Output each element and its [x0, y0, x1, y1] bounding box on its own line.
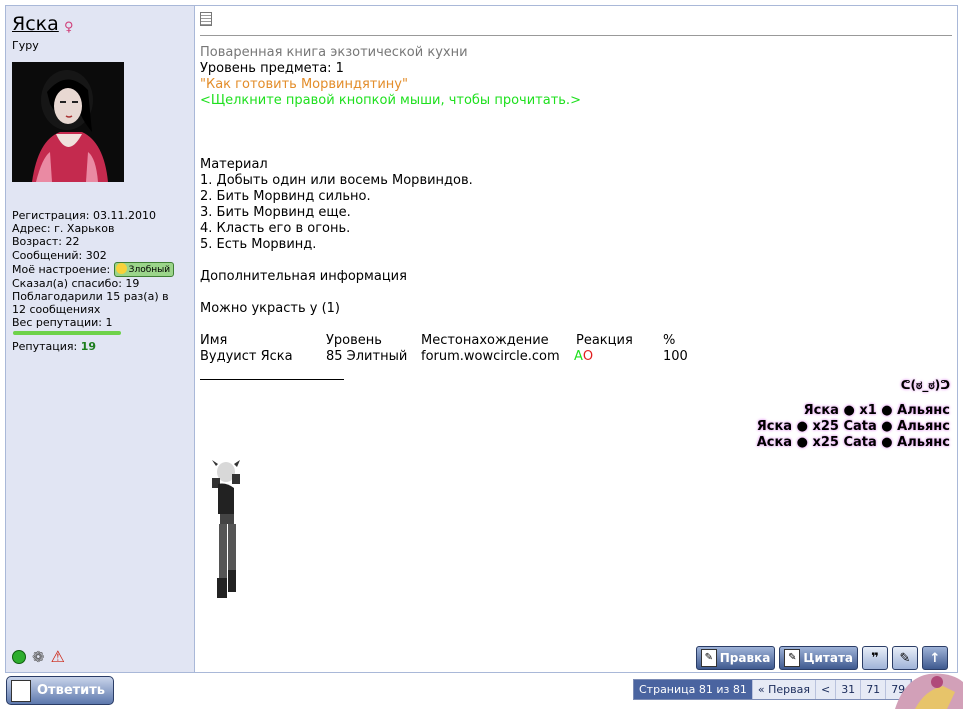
mood-row: Моё настроение: Злобный: [12, 261, 190, 277]
reply-icon: [11, 679, 31, 702]
step-item: 3. Бить Морвинд еще.: [200, 205, 351, 220]
quote-icon: ✎: [784, 649, 801, 667]
table-header-location: Местонахождение: [421, 333, 549, 348]
table-cell-level: 85 Элитный: [326, 349, 408, 364]
quote-button[interactable]: ✎ Цитата: [779, 646, 858, 670]
material-title: Материал: [200, 157, 268, 172]
thanks-received-line1: Поблагодарили 15 раз(а) в: [12, 290, 169, 304]
reputation-row: Репутация: 19: [12, 340, 190, 353]
registration-date: Регистрация: 03.11.2010: [12, 209, 156, 222]
step-item: 4. Класть его в огонь.: [200, 221, 351, 236]
post-document-icon: [200, 12, 212, 26]
corner-character-art: [895, 673, 963, 709]
signature-line: Яска ● x1 ● Альянс: [803, 403, 950, 418]
mood-label: Моё настроение:: [12, 262, 111, 276]
item-hint: <Щелкните правой кнопкой мыши, чтобы про…: [200, 93, 581, 108]
message-count: Сообщений: 302: [12, 248, 107, 262]
mood-value: Злобный: [128, 264, 171, 275]
scroll-top-icon[interactable]: ↑: [922, 646, 948, 670]
signature-line: Яска ● x25 Cata ● Альянс: [756, 419, 950, 434]
quick-reply-icon[interactable]: ✎: [892, 646, 918, 670]
reply-button[interactable]: Ответить: [6, 676, 114, 705]
pagination: Страница 81 из 81 « Первая < 31 71 79: [633, 679, 913, 700]
post-divider: [200, 35, 952, 36]
extra-info: Дополнительная информация: [200, 269, 407, 284]
reputation-value: 19: [80, 339, 97, 353]
pagination-prev[interactable]: <: [816, 680, 837, 699]
username-link[interactable]: Яска: [12, 13, 59, 35]
table-header-name: Имя: [200, 333, 228, 348]
post-container: Яска ♀ Гуру Регистрация: 03.11.2010 Адре…: [5, 5, 958, 673]
table-cell-location: forum.wowcircle.com: [421, 349, 560, 364]
step-item: 1. Добыть один или восемь Морвиндов.: [200, 173, 473, 188]
avatar: [12, 62, 124, 182]
step-item: 5. Есть Морвинд.: [200, 237, 317, 252]
user-meta: Регистрация: 03.11.2010 Адрес: г. Харько…: [12, 209, 190, 353]
thanked-count: Сказал(а) спасибо: 19: [12, 276, 140, 290]
mood-face-icon: [115, 262, 127, 274]
reply-label: Ответить: [37, 683, 106, 698]
edit-icon: ✎: [700, 649, 717, 667]
quote-label: Цитата: [803, 651, 853, 665]
table-header-percent: %: [663, 333, 676, 348]
reputation-label: Репутация:: [12, 339, 78, 353]
reputation-bar: [13, 330, 121, 335]
online-status-icon: [12, 649, 26, 664]
signature-divider: [200, 379, 344, 380]
edit-button[interactable]: ✎ Правка: [695, 646, 776, 670]
table-cell-percent: 100: [663, 349, 688, 364]
item-level: Уровень предмета: 1: [200, 61, 344, 76]
steal-from: Можно украсть у (1): [200, 301, 340, 316]
user-age: Возраст: 22: [12, 235, 80, 249]
user-rank: Гуру: [12, 39, 39, 52]
item-quote: "Как готовить Морвиндятину": [200, 77, 408, 92]
table-cell-reaction: АО: [574, 349, 593, 364]
edit-label: Правка: [719, 651, 771, 665]
reputation-weight: Вес репутации: 1: [12, 316, 113, 330]
step-item: 2. Бить Морвинд сильно.: [200, 189, 371, 204]
report-warning-icon[interactable]: ⚠: [51, 647, 65, 666]
pagination-current: Страница 81 из 81: [634, 680, 753, 699]
pagination-first[interactable]: « Первая: [753, 680, 816, 699]
table-cell-name: Вудуист Яска: [200, 349, 293, 364]
multiquote-icon[interactable]: ❞: [862, 646, 888, 670]
user-address: Адрес: г. Харьков: [12, 222, 115, 236]
table-header-reaction: Реакция: [576, 333, 633, 348]
post-action-buttons: ✎ Правка ✎ Цитата ❞ ✎ ↑: [695, 646, 948, 670]
pagination-page[interactable]: 71: [861, 680, 887, 699]
pagination-page[interactable]: 31: [836, 680, 862, 699]
reputation-icon[interactable]: ❁: [32, 648, 45, 666]
sidebar-icons: ❁ ⚠: [12, 647, 65, 666]
character-figure: [212, 460, 240, 598]
signature-face: ᕦ(ಠ_ಠ)ᕤ: [900, 378, 950, 392]
user-sidebar: Яска ♀ Гуру Регистрация: 03.11.2010 Адре…: [6, 6, 195, 672]
reaction-o: О: [582, 349, 594, 364]
signature-line: Аска ● x25 Cata ● Альянс: [756, 435, 950, 450]
gender-female-icon: ♀: [64, 20, 74, 35]
table-header-level: Уровень: [326, 333, 382, 348]
mood-badge: Злобный: [113, 261, 175, 277]
thanks-received-line2: 12 сообщениях: [12, 303, 101, 317]
reaction-a: А: [574, 349, 583, 364]
item-name: Поваренная книга экзотической кухни: [200, 45, 468, 60]
